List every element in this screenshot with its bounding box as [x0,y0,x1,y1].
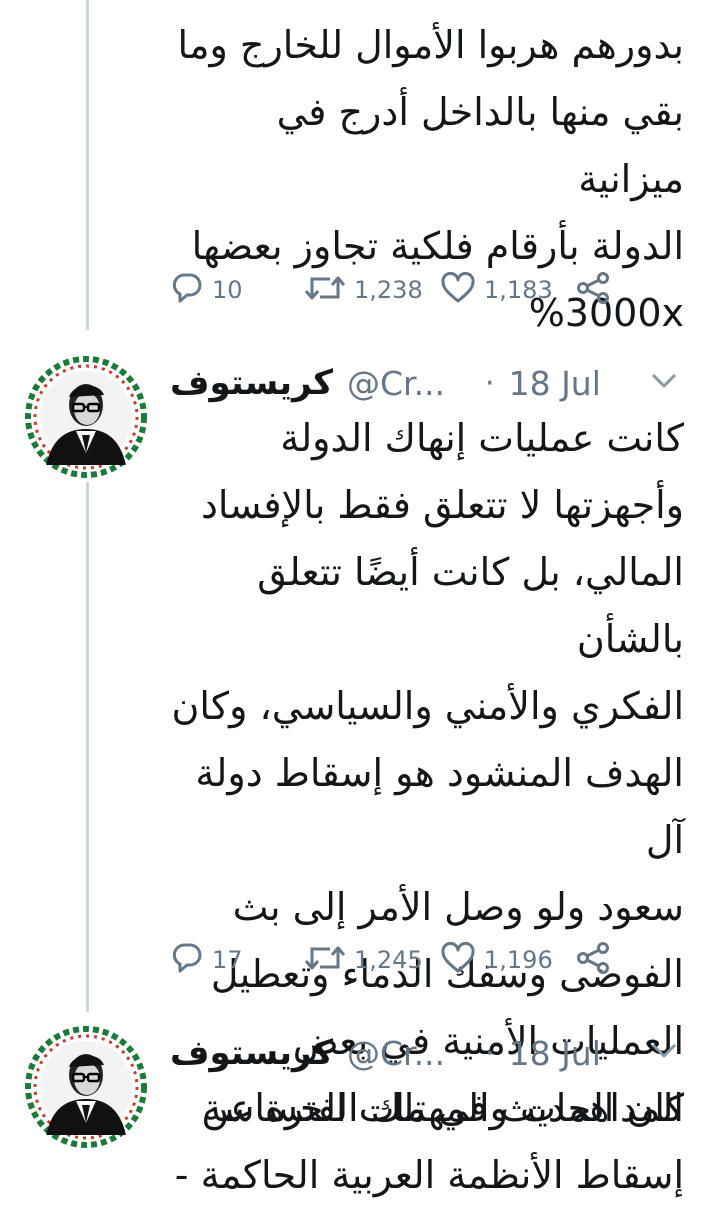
avatar[interactable] [24,1025,148,1149]
separator-dot: · [485,365,495,401]
share-button[interactable] [576,270,610,310]
tweet-header: كريستوف @Cr... · 18 Jul [170,1028,684,1078]
display-name[interactable]: كريستوف [170,1033,333,1073]
user-handle[interactable]: @Cr... [347,1034,445,1073]
display-name[interactable]: كريستوف [170,363,333,403]
like-count: 1,196 [484,946,553,974]
separator-dot: · [485,1035,495,1071]
like-button[interactable]: 1,183 [440,270,553,310]
share-icon [576,271,610,309]
tweet-date[interactable]: 18 Jul [509,364,601,403]
heart-icon [440,941,476,979]
retweet-button[interactable]: 1,238 [304,270,423,310]
share-button[interactable] [576,940,610,980]
tweet-actions: 10 1,238 1,183 [170,270,630,310]
tweet-actions: 17 1,245 1,196 [170,940,630,980]
chevron-down-icon[interactable] [650,372,678,394]
reply-icon [170,941,204,979]
tweet[interactable]: كريستوف @Cr... · 18 Jul كان الحديث في تل… [0,1025,708,1200]
reply-button[interactable]: 17 [170,940,243,980]
chevron-down-icon[interactable] [650,1042,678,1064]
user-handle[interactable]: @Cr... [347,364,445,403]
tweet-header: كريستوف @Cr... · 18 Jul [170,358,684,408]
reply-icon [170,271,204,309]
tweet[interactable]: كريستوف @Cr... · 18 Jul كانت عمليات إنها… [0,355,708,1130]
avatar[interactable] [24,355,148,479]
reply-count: 10 [212,276,243,304]
tweet-text: كان الحديث في تلك الفترة عن إسقاط الأنظم… [174,1086,684,1197]
retweet-count: 1,238 [354,276,423,304]
like-button[interactable]: 1,196 [440,940,553,980]
tweet-date[interactable]: 18 Jul [509,1034,601,1073]
retweet-button[interactable]: 1,245 [304,940,423,980]
heart-icon [440,271,476,309]
like-count: 1,183 [484,276,553,304]
tweet[interactable]: بدورهم هربوا الأموال للخارج وما بقي منها… [0,0,708,335]
share-icon [576,941,610,979]
retweet-count: 1,245 [354,946,423,974]
reply-button[interactable]: 10 [170,270,243,310]
retweet-icon [304,271,346,309]
reply-count: 17 [212,946,243,974]
retweet-icon [304,941,346,979]
